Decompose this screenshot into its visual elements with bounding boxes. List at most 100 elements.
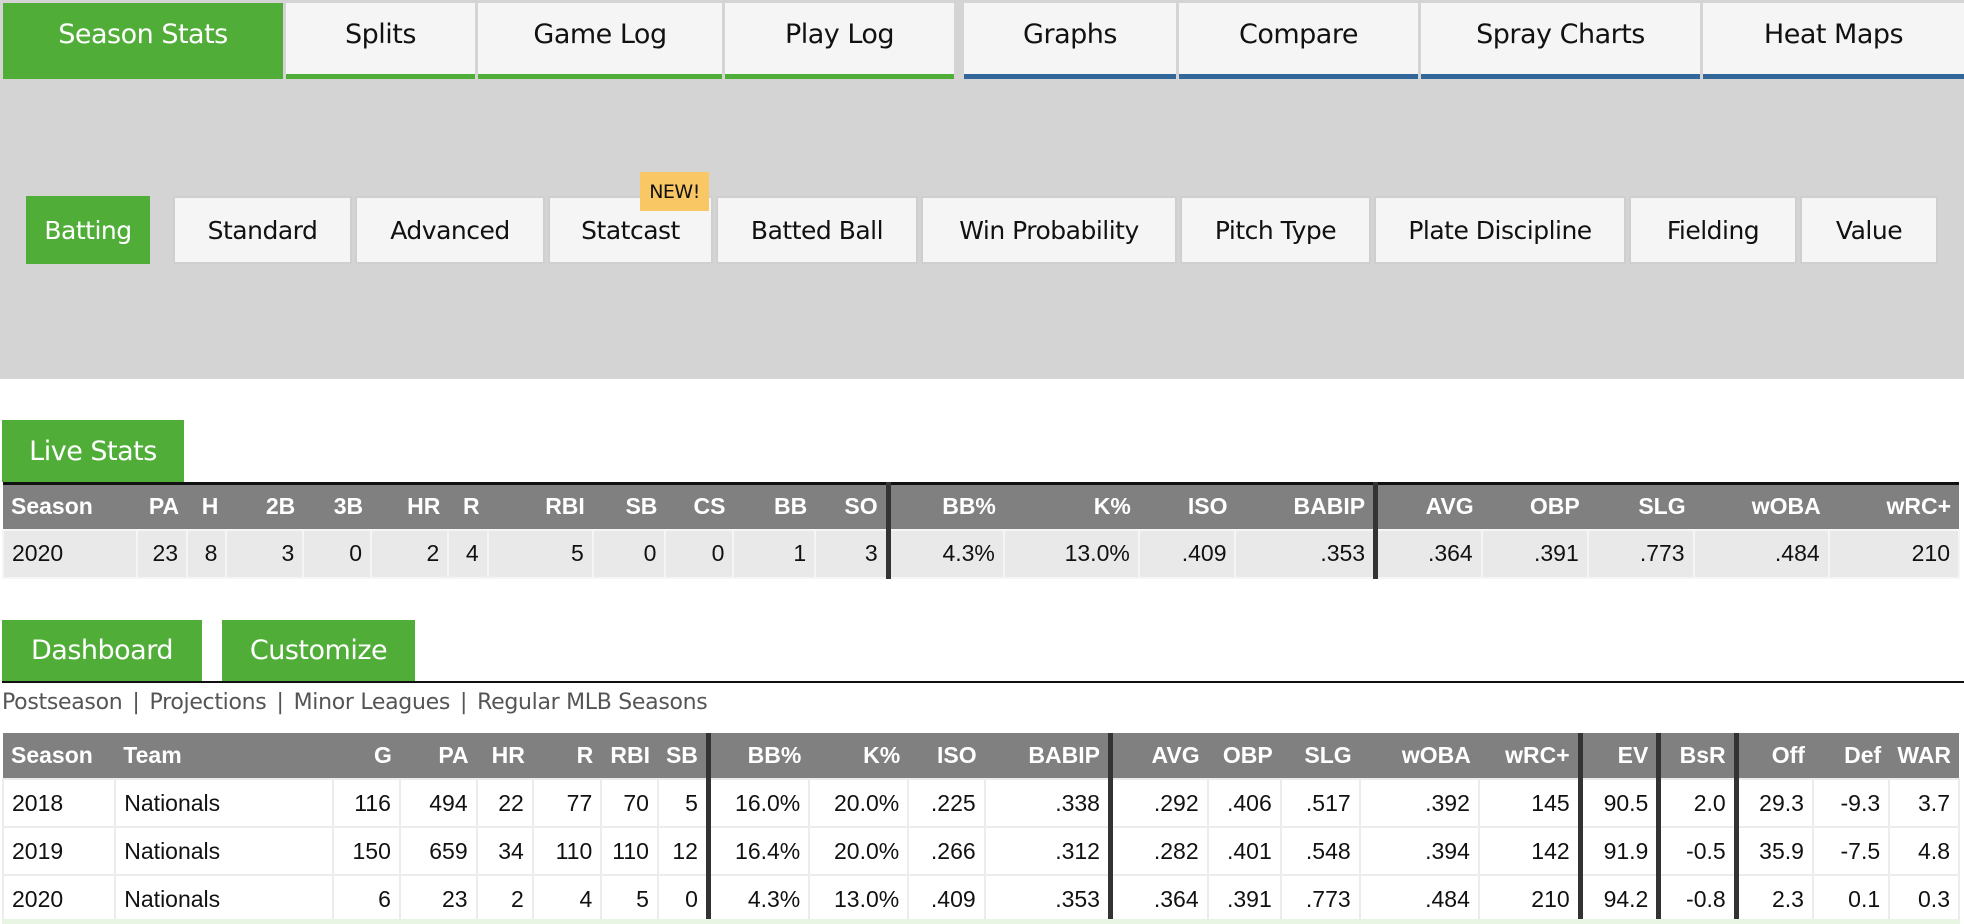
column-header[interactable]: K%: [1003, 483, 1139, 530]
table-cell: 5: [486, 528, 594, 579]
live-stats-button[interactable]: Live Stats: [2, 420, 184, 482]
column-header[interactable]: RBI: [601, 733, 658, 779]
table-cell: 4: [531, 874, 603, 924]
tab-game-log[interactable]: Game Log: [478, 3, 722, 79]
column-header[interactable]: Off: [1733, 733, 1813, 779]
table-cell: 3: [814, 528, 890, 579]
divider: [2, 681, 1964, 683]
column-header[interactable]: OBP: [1207, 733, 1281, 779]
subtab-batting[interactable]: Batting: [26, 196, 150, 264]
column-header[interactable]: WAR: [1889, 733, 1959, 779]
separator: |: [460, 690, 468, 715]
table-cell: 0: [302, 528, 373, 579]
column-header[interactable]: SB: [657, 733, 709, 779]
column-header[interactable]: Season: [3, 483, 138, 530]
tab-graphs[interactable]: Graphs: [964, 3, 1176, 79]
column-header[interactable]: 2B: [226, 483, 304, 530]
subtab-pitch-type[interactable]: Pitch Type: [1180, 196, 1371, 264]
customize-button[interactable]: Customize: [222, 620, 415, 681]
table-cell: 70: [600, 778, 659, 828]
column-header[interactable]: HR: [476, 733, 533, 779]
column-header[interactable]: K%: [809, 733, 909, 779]
tab-spray-charts[interactable]: Spray Charts: [1421, 3, 1700, 79]
subtab-value[interactable]: Value: [1800, 196, 1938, 264]
column-header[interactable]: RBI: [487, 483, 593, 530]
column-header[interactable]: Team: [115, 733, 333, 779]
tab-compare[interactable]: Compare: [1179, 3, 1418, 79]
column-header[interactable]: H: [187, 483, 227, 530]
table-cell: 0.1: [1811, 874, 1891, 924]
table-cell: 4: [447, 528, 489, 579]
table-cell: 20.0%: [808, 826, 910, 876]
subtab-advanced[interactable]: Advanced: [355, 196, 545, 264]
column-header[interactable]: SO: [815, 483, 889, 530]
column-header[interactable]: wOBA: [1359, 733, 1479, 779]
table-cell: .282: [1107, 826, 1209, 876]
column-header[interactable]: ISO: [1138, 483, 1236, 530]
table-row: 2020 23 8 3 0 2 4 5 0 0 1 3 4.3% 13.0% .409.353.364.39…: [1, 528, 1961, 579]
subtab-fielding[interactable]: Fielding: [1629, 196, 1797, 264]
column-header[interactable]: PA: [399, 733, 477, 779]
table-header-row: Season Team G PA HR R RBI SB BB% K% ISO BABIP AVG OBP…: [3, 733, 1959, 779]
table-cell: 210: [1477, 874, 1582, 924]
column-header[interactable]: OBP: [1481, 483, 1588, 530]
table-cell: -9.3: [1811, 778, 1891, 828]
table-cell: .225: [907, 778, 986, 828]
table-cell: 5: [656, 778, 710, 828]
column-header[interactable]: R: [448, 483, 488, 530]
column-header[interactable]: wRC+: [1828, 483, 1959, 530]
subtab-win-probability[interactable]: Win Probability: [921, 196, 1177, 264]
table-cell: 2018: [1, 778, 117, 828]
link-postseason[interactable]: Postseason: [2, 690, 123, 715]
column-header[interactable]: BABIP: [984, 733, 1111, 779]
subtab-standard[interactable]: Standard: [173, 196, 352, 264]
column-header[interactable]: 3B: [303, 483, 372, 530]
column-header[interactable]: Def: [1812, 733, 1890, 779]
column-header[interactable]: BB%: [705, 733, 810, 779]
table-cell: .517: [1279, 778, 1361, 828]
table-cell: 23: [136, 528, 189, 579]
table-cell: -0.8: [1656, 874, 1738, 924]
dashboard-button[interactable]: Dashboard: [2, 620, 202, 681]
subtab-plate-discipline[interactable]: Plate Discipline: [1374, 196, 1626, 264]
tab-heat-maps[interactable]: Heat Maps: [1703, 3, 1964, 79]
table-row: 2019 Nationals 150 659 34 110 110 12 16.4% 20.0%.…: [1, 826, 1960, 876]
column-header[interactable]: SLG: [1280, 733, 1360, 779]
column-header[interactable]: SB: [592, 483, 666, 530]
column-header[interactable]: R: [532, 733, 602, 779]
column-header[interactable]: BB: [733, 483, 816, 530]
column-header[interactable]: AVG: [1107, 733, 1208, 779]
column-header[interactable]: wRC+: [1478, 733, 1581, 779]
column-header[interactable]: BB%: [885, 483, 1004, 530]
table-cell: 4.3%: [705, 874, 811, 924]
column-header[interactable]: HR: [371, 483, 449, 530]
column-header[interactable]: BABIP: [1235, 483, 1376, 530]
column-header[interactable]: EV: [1577, 733, 1659, 779]
column-header[interactable]: Season: [3, 733, 116, 779]
table-cell: 20.0%: [808, 778, 910, 828]
column-header[interactable]: G: [332, 733, 400, 779]
link-projections[interactable]: Projections: [150, 690, 267, 715]
separator: |: [132, 690, 140, 715]
stat-type-panel: Batting Standard Advanced Statcast NEW! …: [0, 79, 1964, 379]
subtab-batted-ball[interactable]: Batted Ball: [716, 196, 918, 264]
column-header[interactable]: CS: [665, 483, 734, 530]
link-regular-mlb-seasons[interactable]: Regular MLB Seasons: [477, 690, 708, 715]
column-header[interactable]: BsR: [1656, 733, 1737, 779]
tab-splits[interactable]: Splits: [286, 3, 475, 79]
table-cell: 12: [656, 826, 710, 876]
tab-season-stats[interactable]: Season Stats: [3, 3, 283, 79]
column-header[interactable]: SLG: [1587, 483, 1694, 530]
column-header[interactable]: wOBA: [1693, 483, 1829, 530]
column-header[interactable]: AVG: [1373, 483, 1482, 530]
column-header[interactable]: ISO: [908, 733, 985, 779]
link-minor-leagues[interactable]: Minor Leagues: [294, 690, 451, 715]
table-cell: 0: [591, 528, 667, 579]
tab-play-log[interactable]: Play Log: [725, 3, 954, 79]
table-cell: 23: [398, 874, 478, 924]
table-cell: .292: [1107, 778, 1209, 828]
column-header[interactable]: PA: [137, 483, 188, 530]
table-cell: .548: [1279, 826, 1361, 876]
table-cell: 29.3: [1733, 778, 1814, 828]
table-cell: .394: [1358, 826, 1480, 876]
